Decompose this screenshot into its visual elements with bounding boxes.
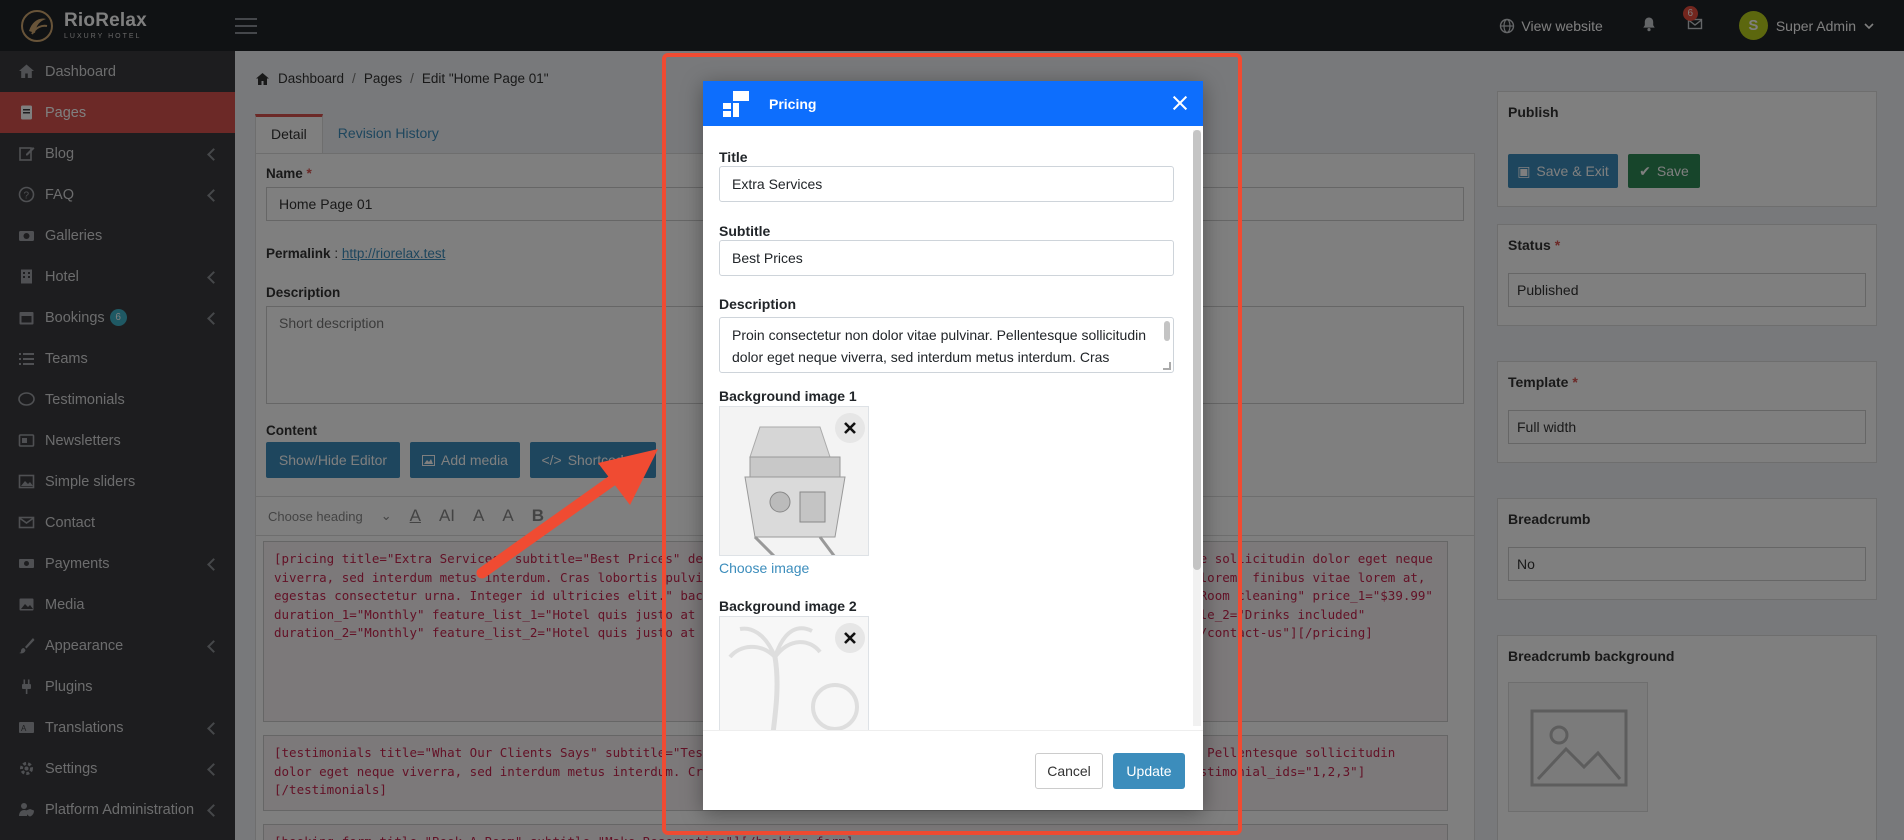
title-label: Title [719,149,748,165]
close-icon [844,422,856,434]
modal-close-button[interactable] [1169,92,1191,114]
background-image-1-label: Background image 1 [719,388,857,404]
remove-background-image-2-button[interactable] [835,623,865,653]
subtitle-label: Subtitle [719,223,771,239]
pricing-shortcode-modal: Pricing Title Subtitle Description Proin… [703,81,1203,810]
modal-title: Pricing [769,95,817,112]
modal-header: Pricing [703,81,1203,126]
choose-image-link[interactable]: Choose image [719,560,809,576]
shortcode-grid-icon [723,90,749,117]
subtitle-input[interactable] [719,240,1174,276]
close-icon [844,632,856,644]
textarea-resize-handle[interactable] [1163,362,1171,370]
description-text: Proin consectetur non dolor vitae pulvin… [732,327,1147,372]
modal-body: Title Subtitle Description Proin consect… [703,126,1203,730]
annotation-arrow [476,449,658,579]
update-button[interactable]: Update [1113,753,1185,789]
modal-footer: Cancel Update [703,730,1203,810]
remove-background-image-1-button[interactable] [835,413,865,443]
background-image-2-label: Background image 2 [719,598,857,614]
textarea-scrollbar[interactable] [1164,321,1170,341]
title-input[interactable] [719,166,1174,202]
cancel-button[interactable]: Cancel [1035,753,1103,789]
modal-scrollbar[interactable] [1193,130,1201,570]
background-image-1-preview [719,406,869,556]
description-label: Description [719,296,797,312]
description-textarea[interactable]: Proin consectetur non dolor vitae pulvin… [719,317,1174,373]
background-image-2-preview [719,616,869,730]
